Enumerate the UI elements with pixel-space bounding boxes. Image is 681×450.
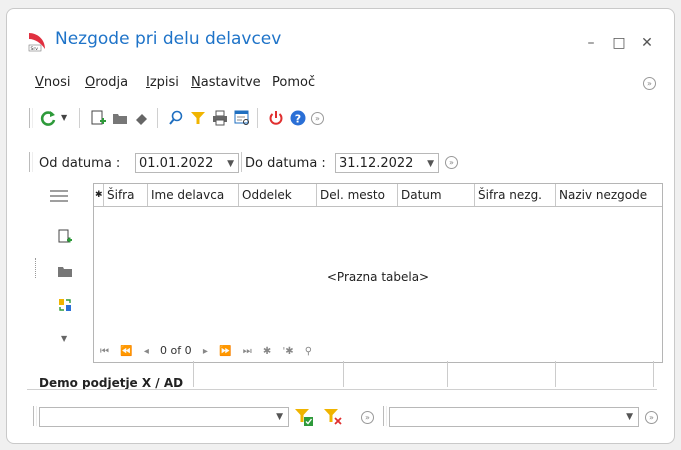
first-record-icon[interactable]: ⏮ bbox=[100, 346, 109, 357]
tab-separator bbox=[447, 361, 448, 387]
apply-filter-icon[interactable] bbox=[294, 407, 314, 427]
hamburger-menu-icon[interactable] bbox=[49, 189, 69, 203]
previous-page-icon[interactable]: ⏪ bbox=[120, 346, 132, 357]
toolbar-separator bbox=[257, 108, 258, 128]
side-grip[interactable] bbox=[35, 258, 37, 278]
menu-orodja[interactable]: Orodja bbox=[85, 75, 128, 90]
menu-pomoc[interactable]: Pomoč bbox=[272, 75, 315, 90]
close-button[interactable]: ✕ bbox=[639, 35, 655, 51]
add-record-icon[interactable] bbox=[57, 229, 73, 245]
data-grid[interactable]: ✱ Šifra Ime delavca Oddelek Del. mesto D… bbox=[93, 183, 663, 363]
last-record-icon[interactable]: ⏭ bbox=[243, 346, 252, 357]
search-icon[interactable] bbox=[167, 109, 185, 127]
toolbar-grip[interactable] bbox=[29, 108, 33, 128]
eraser-icon[interactable] bbox=[133, 109, 151, 127]
right-filter-combo[interactable]: ▼ bbox=[389, 407, 639, 427]
bottom-toolbar-grip[interactable] bbox=[33, 406, 37, 426]
from-date-dropdown-icon[interactable]: ▼ bbox=[227, 154, 234, 174]
refresh-dropdown-icon[interactable]: ▼ bbox=[61, 113, 67, 122]
minimize-button[interactable]: – bbox=[583, 35, 599, 51]
help-icon[interactable]: ? bbox=[289, 109, 307, 127]
tab-strip-line bbox=[27, 389, 657, 390]
append-record-icon[interactable]: ✱ bbox=[263, 346, 271, 357]
column-header-sifra[interactable]: Šifra bbox=[104, 184, 148, 206]
maximize-button[interactable]: □ bbox=[611, 35, 627, 51]
window-title: Nezgode pri delu delavcev bbox=[55, 29, 282, 49]
column-header-ime-delavca[interactable]: Ime delavca bbox=[148, 184, 239, 206]
left-combo-dropdown-icon[interactable]: ▼ bbox=[276, 412, 283, 422]
from-date-field[interactable]: 01.01.2022 ▼ bbox=[135, 153, 239, 173]
menu-izpisi[interactable]: Izpisi bbox=[146, 75, 179, 90]
next-page-icon[interactable]: ⏩ bbox=[219, 346, 231, 357]
toolbar-separator bbox=[157, 108, 158, 128]
nav-filter-icon[interactable]: ⚲ bbox=[305, 346, 312, 357]
tab-separator bbox=[193, 361, 194, 387]
column-header-del-mesto[interactable]: Del. mesto bbox=[317, 184, 398, 206]
date-toolbar-grip[interactable] bbox=[29, 152, 33, 172]
grid-navigator: ⏮ ⏪ ◂ 0 of 0 ▸ ⏩ ⏭ ✱ '✱ ⚲ bbox=[100, 344, 320, 357]
date-toolbar-overflow-icon[interactable]: » bbox=[445, 156, 458, 169]
column-header-sifra-nezg[interactable]: Šifra nezg. bbox=[475, 184, 556, 206]
refresh-icon[interactable] bbox=[39, 109, 57, 127]
main-window: Srv Nezgode pri delu delavcev – □ ✕ Vnos… bbox=[6, 8, 675, 444]
menu-overflow-icon[interactable]: » bbox=[643, 77, 656, 90]
clear-filter-icon[interactable] bbox=[323, 407, 343, 427]
column-header-datum[interactable]: Datum bbox=[398, 184, 475, 206]
bottom-overflow-icon[interactable]: » bbox=[361, 411, 374, 424]
empty-table-text: <Prazna tabela> bbox=[326, 270, 430, 284]
menu-vnosi[interactable]: Vnosi bbox=[35, 75, 70, 90]
power-icon[interactable] bbox=[267, 109, 285, 127]
folder-icon[interactable] bbox=[57, 263, 73, 279]
to-date-dropdown-icon[interactable]: ▼ bbox=[427, 154, 434, 174]
app-logo-icon: Srv bbox=[28, 33, 45, 52]
side-more-icon[interactable]: ▼ bbox=[61, 334, 67, 343]
open-folder-icon[interactable] bbox=[111, 109, 129, 127]
grid-header: ✱ Šifra Ime delavca Oddelek Del. mesto D… bbox=[94, 184, 662, 207]
to-date-label: Do datuma : bbox=[245, 156, 326, 171]
transfer-icon[interactable] bbox=[57, 297, 73, 313]
column-header-new-row[interactable]: ✱ bbox=[94, 184, 104, 206]
from-date-label: Od datuma : bbox=[39, 156, 121, 171]
previous-record-icon[interactable]: ◂ bbox=[144, 346, 149, 357]
from-date-value: 01.01.2022 bbox=[139, 156, 214, 171]
date-separator bbox=[241, 152, 242, 172]
right-combo-dropdown-icon[interactable]: ▼ bbox=[626, 412, 633, 422]
bottom-right-grip[interactable] bbox=[383, 406, 387, 426]
next-record-icon[interactable]: ▸ bbox=[203, 346, 208, 357]
tab-separator bbox=[653, 361, 654, 387]
to-date-value: 31.12.2022 bbox=[339, 156, 414, 171]
column-header-naziv-nezgode[interactable]: Naziv nezgode bbox=[556, 184, 662, 206]
column-header-oddelek[interactable]: Oddelek bbox=[239, 184, 317, 206]
tab-separator bbox=[343, 361, 344, 387]
menu-nastavitve[interactable]: Nastavitve bbox=[191, 75, 261, 90]
tab-separator bbox=[555, 361, 556, 387]
svg-text:Srv: Srv bbox=[31, 46, 39, 52]
svg-text:?: ? bbox=[295, 113, 301, 126]
report-icon[interactable] bbox=[233, 109, 251, 127]
new-record-icon[interactable] bbox=[89, 109, 107, 127]
bottom-right-overflow-icon[interactable]: » bbox=[645, 411, 658, 424]
left-filter-combo[interactable]: ▼ bbox=[39, 407, 289, 427]
toolbar-separator bbox=[79, 108, 80, 128]
toolbar-overflow-icon[interactable]: » bbox=[311, 112, 324, 125]
record-count: 0 of 0 bbox=[160, 344, 192, 357]
filter-icon[interactable] bbox=[189, 109, 207, 127]
company-tab[interactable]: Demo podjetje X / AD bbox=[39, 376, 183, 390]
to-date-field[interactable]: 31.12.2022 ▼ bbox=[335, 153, 439, 173]
edit-record-icon[interactable]: '✱ bbox=[282, 346, 293, 357]
print-icon[interactable] bbox=[211, 109, 229, 127]
